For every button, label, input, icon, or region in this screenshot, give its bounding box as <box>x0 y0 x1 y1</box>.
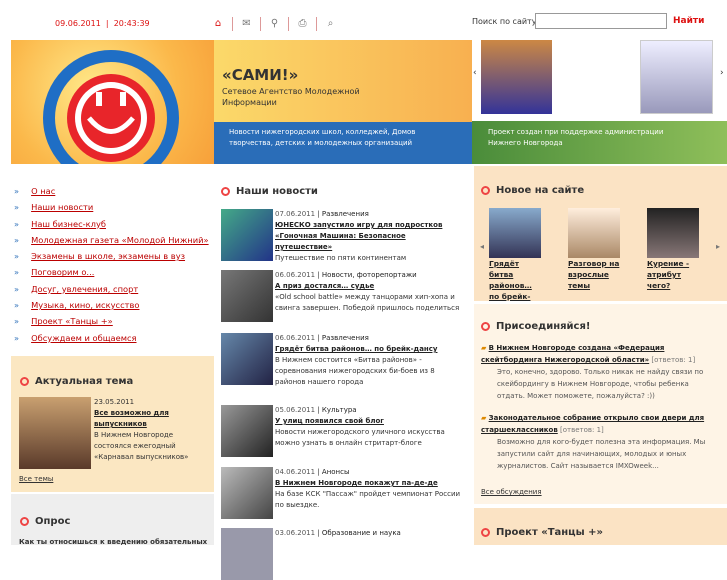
nav-item-newspaper[interactable]: Молодежная газета «Молодой Нижний» <box>14 235 209 251</box>
nav-item-dance[interactable]: Проект «Танцы +» <box>14 316 209 332</box>
join-heading: Присоединяйся! <box>481 321 590 332</box>
new-card: Разговор на взрослые темы <box>568 208 622 291</box>
news-thumb[interactable] <box>221 467 273 519</box>
all-topics-link[interactable]: Все темы <box>19 475 53 483</box>
news-text: Путешествие по пяти континентам <box>275 254 407 262</box>
discussion-text: Возможно для кого-будет полезна эта инфо… <box>497 438 706 470</box>
news-category[interactable]: Культура <box>322 406 357 414</box>
discussion-item: ▰ В Нижнем Новгороде создана «Федерация … <box>481 342 711 402</box>
nav-item-news[interactable]: Наши новости <box>14 202 209 218</box>
news-date: 03.06.2011 <box>275 529 316 537</box>
news-date: 06.06.2011 <box>275 271 316 279</box>
next-arrow-icon[interactable]: › <box>720 68 724 78</box>
card-image[interactable] <box>489 208 541 258</box>
actual-heading: Актуальная тема <box>20 376 133 387</box>
main-nav: О нас Наши новости Наш бизнес-клуб Молод… <box>14 186 209 349</box>
news-date: 07.06.2011 <box>275 210 316 218</box>
cards-prev-icon[interactable]: ◂ <box>480 242 484 251</box>
card-image[interactable] <box>647 208 699 258</box>
date-time: 09.06.2011 | 20:43:39 <box>55 19 150 28</box>
ring-icon <box>20 516 29 526</box>
cinema-photo[interactable] <box>481 40 552 114</box>
nav-item-leisure[interactable]: Досуг, увлечения, спорт <box>14 284 209 300</box>
news-category[interactable]: Новости, фоторепортажи <box>322 271 417 279</box>
ring-icon <box>481 185 490 195</box>
actual-date: 23.05.2011 <box>94 398 135 406</box>
home-icon[interactable]: ⌂ <box>204 17 232 31</box>
cards-next-icon[interactable]: ▸ <box>716 242 720 251</box>
news-title[interactable]: А приз достался… судье <box>275 281 465 292</box>
new-card: Курение - атрибут чего? <box>647 208 701 291</box>
join-box <box>474 304 727 504</box>
actual-info: 23.05.2011 Все возможно для выпускников … <box>94 397 204 463</box>
news-thumb[interactable] <box>221 209 273 261</box>
actual-photo[interactable] <box>19 397 91 469</box>
card-title[interactable]: Разговор на взрослые темы <box>568 258 622 291</box>
nav-item-exams[interactable]: Экзамены в школе, экзамены в вуз <box>14 251 209 267</box>
news-date: 04.06.2011 <box>275 468 316 476</box>
dance-heading: Проект «Танцы +» <box>481 527 603 538</box>
news-text: В Нижнем состоится «Битва районов» - сор… <box>275 356 435 386</box>
chat-icon: ▰ <box>481 414 487 422</box>
search-label: Поиск по сайту: <box>472 17 540 26</box>
ring-icon <box>481 527 490 537</box>
news-category[interactable]: Развлечения <box>322 210 369 218</box>
nav-item-music[interactable]: Музыка, кино, искусство <box>14 300 209 316</box>
new-on-site-heading: Новое на сайте <box>481 185 584 196</box>
actual-text: В Нижнем Новгороде состоялся ежегодный «… <box>94 431 189 461</box>
news-title[interactable]: В Нижнем Новгороде покажут па-де-де <box>275 478 465 489</box>
support-text: Проект создан при поддержке администраци… <box>488 128 664 147</box>
discussion-title[interactable]: В Нижнем Новгороде создана «Федерация ск… <box>481 344 664 364</box>
top-bar: 09.06.2011 | 20:43:39 ⌂ ✉ ⚲ ⎙ ⌕ Поиск по… <box>0 0 727 40</box>
logo[interactable] <box>11 40 214 164</box>
card-title[interactable]: Курение - атрибут чего? <box>647 258 701 291</box>
news-title[interactable]: У улиц появился свой блог <box>275 416 465 427</box>
print-icon[interactable]: ⎙ <box>288 17 316 31</box>
news-date: 05.06.2011 <box>275 406 316 414</box>
news-text: «Old school battle» между танцорами хип-… <box>275 293 460 312</box>
card-image[interactable] <box>568 208 620 258</box>
news-category[interactable]: Развлечения <box>322 334 369 342</box>
search-icon[interactable]: ⌕ <box>316 17 344 31</box>
news-thumb[interactable] <box>221 528 273 580</box>
news-text: Новости нижегородского уличного искусств… <box>275 428 445 447</box>
news-thumb[interactable] <box>221 270 273 322</box>
ring-icon <box>481 321 490 331</box>
sitemap-icon[interactable]: ⚲ <box>260 17 288 31</box>
answer-count: [ответов: 1] <box>560 426 604 434</box>
answer-count: [ответов: 1] <box>651 356 696 364</box>
all-discussions-link[interactable]: Все обсуждения <box>481 488 542 496</box>
news-text: На базе КСК "Пассаж" пройдет чемпионат Р… <box>275 490 461 509</box>
news-title[interactable]: Грядёт битва районов… по брейк-дансу <box>275 344 465 355</box>
brand-title: «САМИ!» <box>222 66 299 84</box>
nav-item-discuss[interactable]: Обсуждаем и общаемся <box>14 333 209 349</box>
actual-title[interactable]: Все возможно для выпускников <box>94 408 204 430</box>
news-title[interactable]: ЮНЕСКО запустило игру для подростков «Го… <box>275 220 465 253</box>
news-category[interactable]: Анонсы <box>322 468 350 476</box>
brand-tagline: Сетевое Агентство Молодежной Информации <box>222 87 360 107</box>
news-thumb[interactable] <box>221 405 273 457</box>
nav-item-talk[interactable]: Поговорим о... <box>14 267 209 283</box>
news-thumb[interactable] <box>221 333 273 385</box>
chat-icon: ▰ <box>481 344 487 352</box>
new-card: Грядёт битва районов… по брейк-дансу <box>489 208 543 313</box>
prev-arrow-icon[interactable]: ‹ <box>473 68 477 78</box>
dancer-photo[interactable] <box>640 40 713 114</box>
search-input[interactable] <box>535 13 667 29</box>
news-date: 06.06.2011 <box>275 334 316 342</box>
poll-heading: Опрос <box>20 516 70 527</box>
mail-icon[interactable]: ✉ <box>232 17 260 31</box>
news-category[interactable]: Образование и наука <box>322 529 401 537</box>
discussion-text: Это, конечно, здорово. Только никак не н… <box>497 368 704 400</box>
nav-item-about[interactable]: О нас <box>14 186 209 202</box>
search-button[interactable]: Найти <box>673 16 704 26</box>
ring-icon <box>221 186 230 196</box>
nav-item-business[interactable]: Наш бизнес-клуб <box>14 219 209 235</box>
discussion-item: ▰ Законодательное собрание открыло свои … <box>481 412 711 472</box>
banner-description: Новости нижегородских школ, колледжей, Д… <box>229 128 416 147</box>
ring-icon <box>20 376 29 386</box>
news-heading: Наши новости <box>221 186 318 197</box>
